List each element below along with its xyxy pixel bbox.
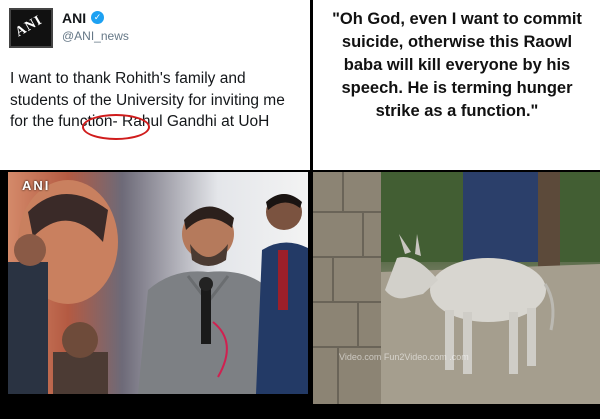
speech-photo-illustration (8, 180, 308, 394)
red-circle-annotation (82, 114, 150, 140)
photo-watermark: Video.com Fun2Video.com .com (339, 352, 469, 362)
tweet-text: I want to thank Rohith's family and stud… (10, 68, 306, 133)
meme-panel: "Oh God, even I want to commit suicide, … (313, 0, 600, 419)
quote-text: "Oh God, even I want to commit suicide, … (332, 10, 582, 120)
tweet-card: ANI ANI ✓ @ANI_news I want to thank Rohi… (0, 0, 310, 170)
tweet-panel: ANI ANI ✓ @ANI_news I want to thank Rohi… (0, 0, 310, 419)
speech-photo: ANI (8, 172, 308, 394)
avatar-text: ANI (12, 12, 46, 41)
donkey-photo: Video.com Fun2Video.com .com (313, 172, 600, 404)
ani-logo-avatar: ANI (9, 8, 53, 48)
account-handle: @ANI_news (62, 29, 129, 43)
quote-box: "Oh God, even I want to commit suicide, … (313, 0, 600, 170)
verified-badge-icon: ✓ (91, 11, 104, 24)
donkey-photo-illustration (313, 172, 600, 404)
ani-watermark: ANI (22, 178, 51, 193)
account-name: ANI (62, 10, 87, 26)
